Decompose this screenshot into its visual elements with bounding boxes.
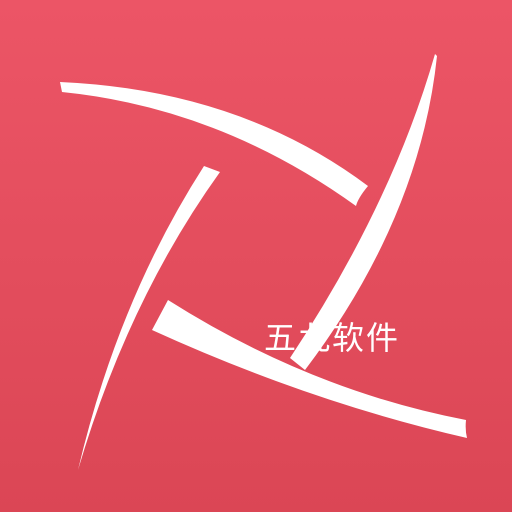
brand-text: 五九软件 — [264, 319, 401, 357]
icon-background — [0, 0, 512, 512]
pinwheel-icon — [0, 0, 512, 512]
app-icon: 五九软件 — [0, 0, 512, 512]
